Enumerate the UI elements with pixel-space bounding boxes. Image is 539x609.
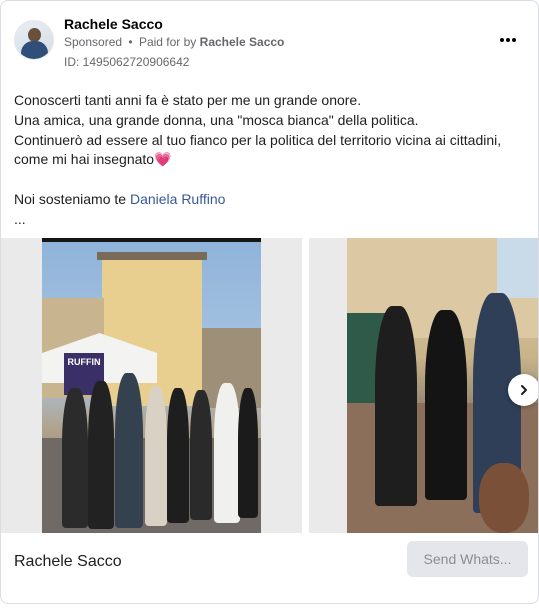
person bbox=[214, 383, 240, 523]
send-whatsapp-button[interactable]: Send Whats... bbox=[407, 541, 528, 577]
sponsor-line: Sponsored • Paid for by Rachele Sacco bbox=[64, 35, 284, 49]
see-more-ellipsis[interactable]: ... bbox=[14, 210, 529, 230]
sky bbox=[497, 238, 538, 298]
post-text-line: Noi sosteniamo te Daniela Ruffino bbox=[14, 190, 226, 207]
post-text-line: Una amica, una grande donna, una "mosca … bbox=[14, 111, 419, 128]
ad-id: ID: 1495062720906642 bbox=[64, 55, 190, 69]
chevron-right-icon bbox=[521, 385, 527, 395]
building bbox=[102, 256, 202, 406]
more-options-button[interactable] bbox=[494, 30, 522, 50]
more-horizontal-icon bbox=[500, 38, 504, 42]
post-text-line: Continuerò ad essere al tuo fianco per l… bbox=[14, 131, 502, 148]
person bbox=[238, 388, 258, 518]
person bbox=[115, 373, 143, 528]
avatar-head bbox=[28, 28, 41, 42]
post-text: Conoscerti tanti anni fa è stato per me … bbox=[14, 91, 529, 230]
carousel-slide-1[interactable]: RUFFIN bbox=[1, 238, 302, 533]
separator-dot: • bbox=[128, 35, 133, 49]
carousel-slide-2[interactable] bbox=[309, 238, 538, 533]
author-name[interactable]: Rachele Sacco bbox=[64, 16, 163, 32]
ad-card: Rachele Sacco Sponsored • Paid for by Ra… bbox=[0, 0, 539, 604]
heart-emoji: 💗 bbox=[154, 151, 172, 168]
carousel-next-button[interactable] bbox=[508, 374, 538, 406]
person bbox=[425, 310, 467, 500]
person bbox=[190, 390, 212, 520]
avatar-body bbox=[21, 41, 48, 59]
person bbox=[62, 388, 88, 528]
image-carousel: RUFFIN bbox=[1, 238, 538, 533]
mention-link[interactable]: Daniela Ruffino bbox=[130, 191, 225, 207]
roof bbox=[97, 252, 207, 260]
group-photo: RUFFIN bbox=[42, 238, 261, 533]
post-text-line: Conoscerti tanti anni fa è stato per me … bbox=[14, 92, 362, 108]
footer-page-name[interactable]: Rachele Sacco bbox=[14, 553, 122, 571]
sponsored-label: Sponsored bbox=[64, 35, 123, 49]
person bbox=[145, 386, 167, 526]
person bbox=[88, 381, 114, 529]
person bbox=[375, 306, 417, 506]
avatar[interactable] bbox=[14, 20, 54, 60]
post-text-line: come mi hai insegnato💗 bbox=[14, 151, 172, 168]
dog bbox=[479, 463, 529, 533]
paid-for-prefix: Paid for by bbox=[138, 35, 197, 49]
paid-for-by: Rachele Sacco bbox=[199, 35, 285, 49]
person bbox=[167, 388, 189, 523]
